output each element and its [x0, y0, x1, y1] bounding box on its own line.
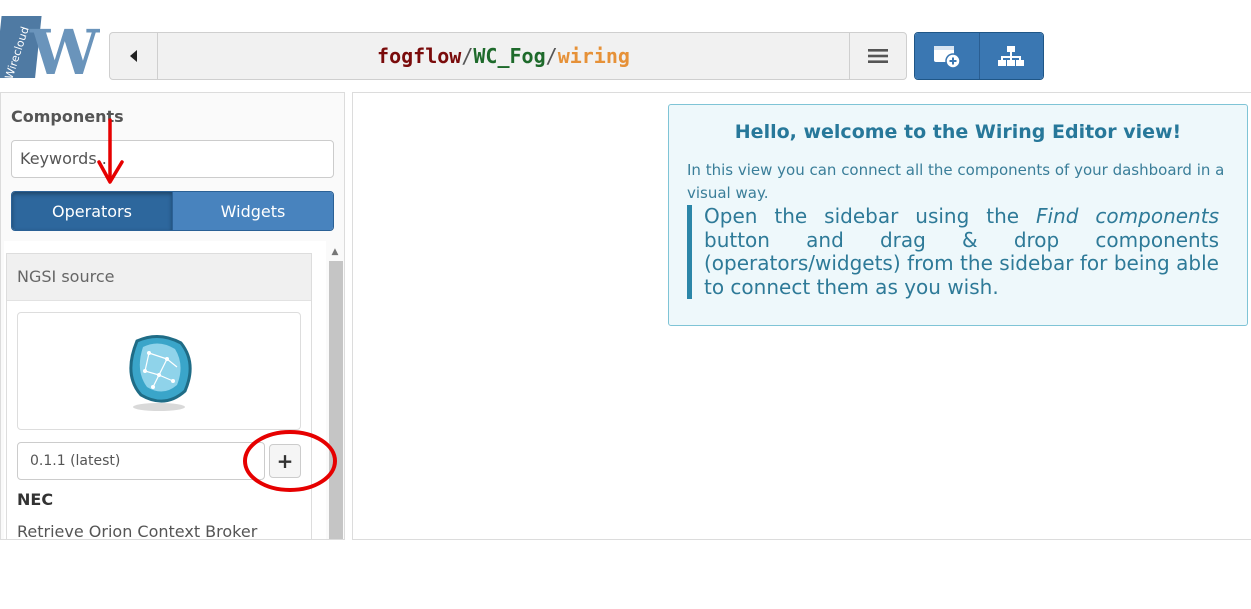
component-type-tabs: Operators Widgets: [11, 191, 334, 231]
menu-button[interactable]: [849, 33, 906, 79]
welcome-message: Hello, welcome to the Wiring Editor view…: [668, 104, 1248, 326]
component-description: Retrieve Orion Context Broker: [17, 522, 258, 539]
version-select[interactable]: 0.1.1 (latest): [17, 442, 265, 480]
welcome-intro: In this view you can connect all the com…: [687, 161, 1225, 202]
component-card[interactable]: NGSI source 0.1.1 (latest) + NEC Retriev…: [6, 253, 312, 539]
wiring-toolbar: [914, 32, 1044, 80]
breadcrumb-separator: /: [545, 44, 558, 68]
breadcrumb-workspace[interactable]: WC_Fog: [473, 44, 545, 68]
breadcrumb-view: wiring: [557, 44, 630, 68]
breadcrumb-user[interactable]: fogflow: [377, 44, 461, 68]
scrollbar-thumb[interactable]: [329, 261, 343, 539]
component-thumbnail: [17, 312, 301, 430]
hamburger-menu-icon: [868, 49, 888, 63]
find-components-button[interactable]: [915, 33, 979, 79]
breadcrumb-separator: /: [461, 44, 474, 68]
add-component-button[interactable]: +: [269, 444, 301, 478]
add-component-icon: [933, 46, 961, 69]
wirecloud-logo-icon: WC Wirecloud: [0, 16, 149, 89]
welcome-instructions-text: Open the sidebar using the: [704, 204, 1037, 228]
component-list: NGSI source 0.1.1 (latest) + NEC Retriev…: [4, 241, 326, 539]
sidebar-title: Components: [11, 107, 124, 126]
welcome-instructions-text: button and drag & drop components (opera…: [704, 227, 1219, 299]
welcome-instructions: Open the sidebar using the Find componen…: [687, 204, 1219, 299]
component-vendor: NEC: [17, 490, 54, 509]
tab-operators[interactable]: Operators: [12, 192, 172, 230]
behaviours-button[interactable]: [978, 33, 1043, 79]
components-sidebar: Components Keywords... Operators Widgets…: [0, 92, 345, 540]
tab-widgets[interactable]: Widgets: [172, 192, 333, 230]
keywords-search-input[interactable]: Keywords...: [11, 140, 334, 178]
back-arrow-icon: [129, 50, 137, 62]
back-button[interactable]: [110, 33, 158, 79]
sitemap-icon: [998, 46, 1025, 66]
welcome-title: Hello, welcome to the Wiring Editor view…: [734, 121, 1182, 143]
svg-text:WC: WC: [29, 16, 100, 84]
sidebar-scrollbar[interactable]: [329, 261, 343, 539]
breadcrumb: fogflow / WC_Fog / wiring: [157, 33, 850, 79]
find-components-reference: Find components: [1036, 204, 1219, 228]
component-name: NGSI source: [7, 254, 311, 301]
wirecloud-logo[interactable]: WC Wirecloud: [0, 12, 149, 89]
scroll-up-arrow-icon[interactable]: ▲: [329, 247, 341, 259]
ngsi-source-logo-icon: [129, 335, 192, 411]
breadcrumb-bar: fogflow / WC_Fog / wiring: [109, 32, 907, 80]
